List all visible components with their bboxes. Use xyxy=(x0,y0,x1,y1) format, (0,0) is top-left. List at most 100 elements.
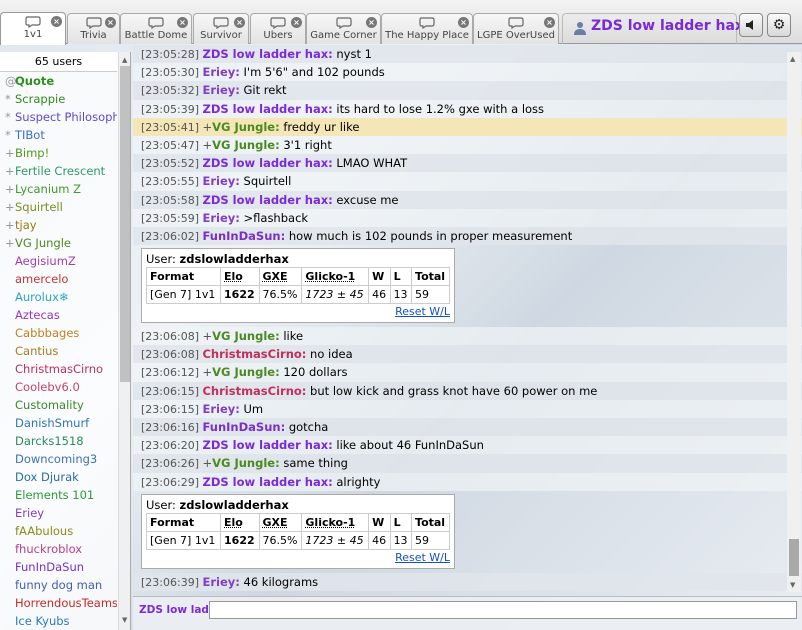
chat-username[interactable]: VG Jungle: xyxy=(212,120,280,134)
user-list-item[interactable]: +Lycanium Z xyxy=(0,180,117,198)
reset-wl-link[interactable]: Reset W/L xyxy=(395,551,450,564)
tab-survivor[interactable]: Survivor × xyxy=(193,13,249,44)
user-list-scrollbar[interactable]: ▲ ▼ xyxy=(118,52,130,630)
user-group-symbol: + xyxy=(5,236,15,250)
close-icon[interactable]: × xyxy=(291,17,302,28)
user-list-item[interactable]: Cantius xyxy=(0,342,117,360)
scrollbar-thumb[interactable] xyxy=(789,539,799,576)
scroll-down-arrow-icon[interactable]: ▼ xyxy=(790,581,795,589)
user-list-item[interactable]: * Scrappie xyxy=(0,90,117,108)
stats-header-l: L xyxy=(389,267,413,287)
message-text: like xyxy=(279,329,304,344)
user-list-item[interactable]: Dox Djurak xyxy=(0,468,117,486)
chat-username[interactable]: Eriey: xyxy=(202,65,239,79)
tab-ubers[interactable]: Ubers × xyxy=(250,13,306,44)
user-list-item[interactable]: FunInDaSun xyxy=(0,558,117,576)
chat-username[interactable]: ChristmasCirno: xyxy=(202,384,306,398)
user-list-item[interactable]: Customality xyxy=(0,396,117,414)
chat-username[interactable]: VG Jungle: xyxy=(212,329,280,343)
user-name: Suspect Philosophy xyxy=(15,110,117,124)
stats-cell: [Gen 7] 1v1 xyxy=(145,285,222,305)
chat-username[interactable]: VG Jungle: xyxy=(212,456,280,470)
user-list-item[interactable]: Coolebv6.0 xyxy=(0,378,117,396)
tab-game-corner[interactable]: Game Corner × xyxy=(306,13,381,44)
chat-username[interactable]: VG Jungle: xyxy=(212,365,280,379)
chat-username[interactable]: ZDS low ladder hax: xyxy=(202,193,332,207)
close-icon[interactable]: × xyxy=(51,16,62,27)
user-list-item[interactable]: Downcoming3 xyxy=(0,450,117,468)
user-list-item[interactable]: Darcks1518 xyxy=(0,432,117,450)
user-list-item[interactable]: +Squirtell xyxy=(0,198,117,216)
user-list-item[interactable]: fAAbulous xyxy=(0,522,117,540)
chat-username[interactable]: ZDS low ladder hax: xyxy=(202,102,332,116)
chat-message: [23:06:12] +VG Jungle: 120 dollars xyxy=(133,363,802,382)
scroll-down-arrow-icon[interactable]: ▼ xyxy=(122,616,127,624)
user-name: FunInDaSun xyxy=(15,560,85,574)
user-list-item[interactable]: +tjay xyxy=(0,216,117,234)
chat-input[interactable] xyxy=(209,601,797,619)
chat-message: [23:05:47] +VG Jungle: 3'1 right xyxy=(133,135,802,155)
user-list-item[interactable]: AegisiumZ xyxy=(0,252,117,270)
user-list-item[interactable]: funny dog man xyxy=(0,576,117,594)
stats-user-line: User: zdslowladderhax xyxy=(146,497,450,513)
user-list-item[interactable]: Cabbbages xyxy=(0,324,117,342)
tab-battle-dome[interactable]: Battle Dome × xyxy=(120,13,192,44)
chat-username[interactable]: Eriey: xyxy=(202,211,239,225)
message-text: freddy ur like xyxy=(279,119,360,134)
chat-bubble-icon xyxy=(148,17,164,29)
tab-lgpe-overused[interactable]: LGPE OverUsed × xyxy=(473,13,559,44)
chat-username[interactable]: Eriey: xyxy=(202,83,239,97)
tab-1v1[interactable]: 1v1 × xyxy=(0,12,66,45)
scroll-up-arrow-icon[interactable]: ▲ xyxy=(122,56,127,64)
close-icon[interactable]: × xyxy=(458,17,469,28)
user-list-item[interactable]: fhuckroblox xyxy=(0,540,117,558)
chat-username[interactable]: ZDS low ladder hax: xyxy=(202,47,332,61)
chat-username[interactable]: Eriey: xyxy=(202,575,239,589)
chat-username[interactable]: FunInDaSun: xyxy=(202,420,285,434)
scrollbar-thumb[interactable] xyxy=(120,66,130,382)
user-group-symbol: + xyxy=(202,456,213,471)
stats-user-label: User: xyxy=(146,252,180,267)
user-list-item[interactable]: * TIBot xyxy=(0,126,117,144)
tab-pm-zds-low-ladder-hax[interactable]: ZDS low ladder hax xyxy=(562,13,744,44)
stats-cell: 59 xyxy=(411,285,450,305)
chat-username[interactable]: FunInDaSun: xyxy=(202,229,285,243)
user-list-item[interactable]: HorrendousTeams1 xyxy=(0,594,117,612)
chat-username[interactable]: Eriey: xyxy=(202,174,239,188)
close-icon[interactable]: × xyxy=(544,17,555,28)
user-list-items: @Quote * Scrappie * Suspect Philosophy * TIBot… xyxy=(0,72,130,630)
chat-username[interactable]: Eriey: xyxy=(202,402,239,416)
user-list-item[interactable]: +Fertile Crescent xyxy=(0,162,117,180)
chat-username[interactable]: ZDS low ladder hax: xyxy=(202,438,332,452)
user-list-item[interactable]: Aztecas xyxy=(0,306,117,324)
timestamp: [23:05:30] xyxy=(141,66,203,80)
settings-button[interactable]: ⚙ xyxy=(767,13,791,37)
sound-button[interactable] xyxy=(739,13,763,37)
user-list-item[interactable]: ChristmasCirno xyxy=(0,360,117,378)
user-list-item[interactable]: +Bimp! xyxy=(0,144,117,162)
message-text: how much is 102 pounds in proper measure… xyxy=(285,228,573,243)
user-list-item[interactable]: Aurolux❄ xyxy=(0,288,117,306)
user-list-item[interactable]: Elements 101 xyxy=(0,486,117,504)
close-icon[interactable]: × xyxy=(366,17,377,28)
user-list-item[interactable]: Ice Kyubs xyxy=(0,612,117,630)
chat-username[interactable]: VG Jungle: xyxy=(212,138,280,152)
user-list-item[interactable]: Eriey xyxy=(0,504,117,522)
tab-trivia[interactable]: Trivia × xyxy=(67,13,120,44)
user-list-item[interactable]: +VG Jungle xyxy=(0,234,117,252)
close-icon[interactable]: × xyxy=(105,17,116,28)
user-list-item[interactable]: * Suspect Philosophy xyxy=(0,108,117,126)
scroll-up-arrow-icon[interactable]: ▲ xyxy=(790,55,795,63)
reset-wl-link[interactable]: Reset W/L xyxy=(395,305,450,318)
chat-username[interactable]: ZDS low ladder hax: xyxy=(202,156,332,170)
chat-log-scrollbar[interactable]: ▲ ▼ xyxy=(787,52,801,592)
tab-the-happy-place[interactable]: The Happy Place × xyxy=(381,13,473,44)
user-name: tjay xyxy=(15,218,37,232)
user-list-item[interactable]: DanishSmurf xyxy=(0,414,117,432)
chat-username[interactable]: ZDS low ladder hax: xyxy=(202,475,332,489)
chat-username[interactable]: ChristmasCirno: xyxy=(202,347,306,361)
close-icon[interactable]: × xyxy=(177,17,188,28)
user-list-item[interactable]: @Quote xyxy=(0,72,117,90)
close-icon[interactable]: × xyxy=(234,17,245,28)
user-list-item[interactable]: amercelo xyxy=(0,270,117,288)
